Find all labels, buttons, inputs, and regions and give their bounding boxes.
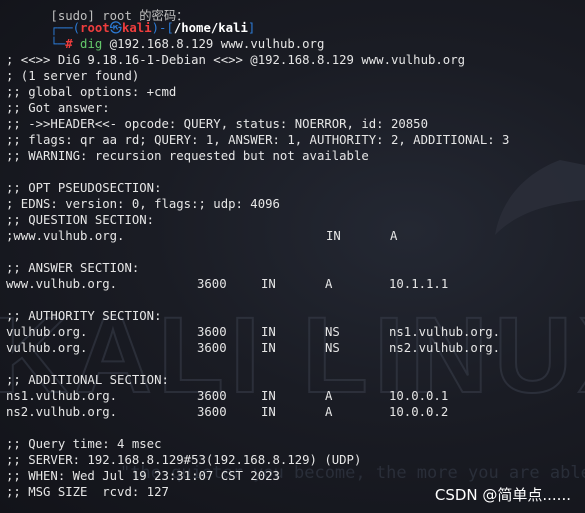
- command-args: @192.168.8.129 www.vulhub.org: [109, 37, 325, 51]
- output-line: ;; SERVER: 192.168.8.129#53(192.168.8.12…: [6, 453, 362, 467]
- record-type: NS: [325, 325, 340, 339]
- prompt-hash: #: [65, 37, 73, 51]
- record-row: www.vulhub.org. 3600 IN A 10.1.1.1: [6, 276, 566, 292]
- record-type: NS: [325, 341, 340, 355]
- prompt-line: ┌──(root㉿kali)-[/home/kali]: [50, 21, 256, 35]
- record-class: IN: [326, 229, 341, 243]
- record-name: vulhub.org.: [6, 341, 88, 355]
- output-line: ;; global options: +cmd: [6, 85, 177, 99]
- output-line: ;; MSG SIZE rcvd: 127: [6, 485, 169, 499]
- terminal-window[interactable]: KALI LINUX "the quieter you become, the …: [0, 0, 585, 513]
- output-line: ; (1 server found): [6, 69, 140, 83]
- record-type: A: [390, 229, 398, 243]
- section-title: ;; ANSWER SECTION:: [6, 261, 140, 275]
- record-class: IN: [261, 325, 276, 339]
- csdn-credit-watermark: CSDN @简单点......: [434, 486, 571, 504]
- record-ttl: 3600: [197, 389, 227, 403]
- record-name: ;www.vulhub.org.: [6, 229, 125, 243]
- record-class: IN: [261, 389, 276, 403]
- output-line: ;; flags: qr aa rd; QUERY: 1, ANSWER: 1,…: [6, 133, 510, 147]
- record-data: ns1.vulhub.org.: [389, 325, 501, 339]
- record-type: A: [325, 277, 333, 291]
- record-row: ns2.vulhub.org. 3600 IN A 10.0.0.2: [6, 404, 566, 420]
- record-class: IN: [261, 405, 276, 419]
- output-line: ;; Got answer:: [6, 101, 110, 115]
- record-row: ns1.vulhub.org. 3600 IN A 10.0.0.1: [6, 388, 566, 404]
- record-data: 10.0.0.2: [389, 405, 449, 419]
- output-line: ;; WHEN: Wed Jul 19 23:31:07 CST 2023: [6, 469, 280, 483]
- record-type: A: [325, 389, 333, 403]
- record-row: vulhub.org. 3600 IN NS ns1.vulhub.org.: [6, 324, 566, 340]
- record-class: IN: [261, 277, 276, 291]
- section-title: ;; ADDITIONAL SECTION:: [6, 373, 169, 387]
- section-title: ;; OPT PSEUDOSECTION:: [6, 181, 162, 195]
- record-data: 10.1.1.1: [389, 277, 449, 291]
- record-data: 10.0.0.1: [389, 389, 449, 403]
- record-name: ns1.vulhub.org.: [6, 389, 118, 403]
- output-line: ;; Query time: 4 msec: [6, 437, 162, 451]
- record-name: www.vulhub.org.: [6, 277, 118, 291]
- command-name: dig: [80, 37, 103, 51]
- output-line: ; EDNS: version: 0, flags:; udp: 4096: [6, 197, 280, 211]
- record-data: ns2.vulhub.org.: [389, 341, 501, 355]
- record-ttl: 3600: [197, 341, 227, 355]
- record-ttl: 3600: [197, 277, 227, 291]
- output-line: ;; WARNING: recursion requested but not …: [6, 149, 369, 163]
- command-line[interactable]: └─# dig @192.168.8.129 www.vulhub.org: [6, 20, 324, 51]
- record-type: A: [325, 405, 333, 419]
- output-line: ;; ->>HEADER<<- opcode: QUERY, status: N…: [6, 117, 428, 131]
- record-name: ns2.vulhub.org.: [6, 405, 118, 419]
- record-ttl: 3600: [197, 325, 227, 339]
- record-class: IN: [261, 341, 276, 355]
- output-line: ; <<>> DiG 9.18.16-1-Debian <<>> @192.16…: [6, 53, 466, 67]
- section-title: ;; AUTHORITY SECTION:: [6, 309, 162, 323]
- record-name: vulhub.org.: [6, 325, 88, 339]
- record-ttl: 3600: [197, 405, 227, 419]
- question-row: ;www.vulhub.org. IN A: [6, 228, 566, 244]
- terminal-output: [sudo] root 的密码： ┌──(root㉿kali)-[/home/k…: [6, 0, 585, 513]
- section-title: ;; QUESTION SECTION:: [6, 213, 155, 227]
- record-row: vulhub.org. 3600 IN NS ns2.vulhub.org.: [6, 340, 566, 356]
